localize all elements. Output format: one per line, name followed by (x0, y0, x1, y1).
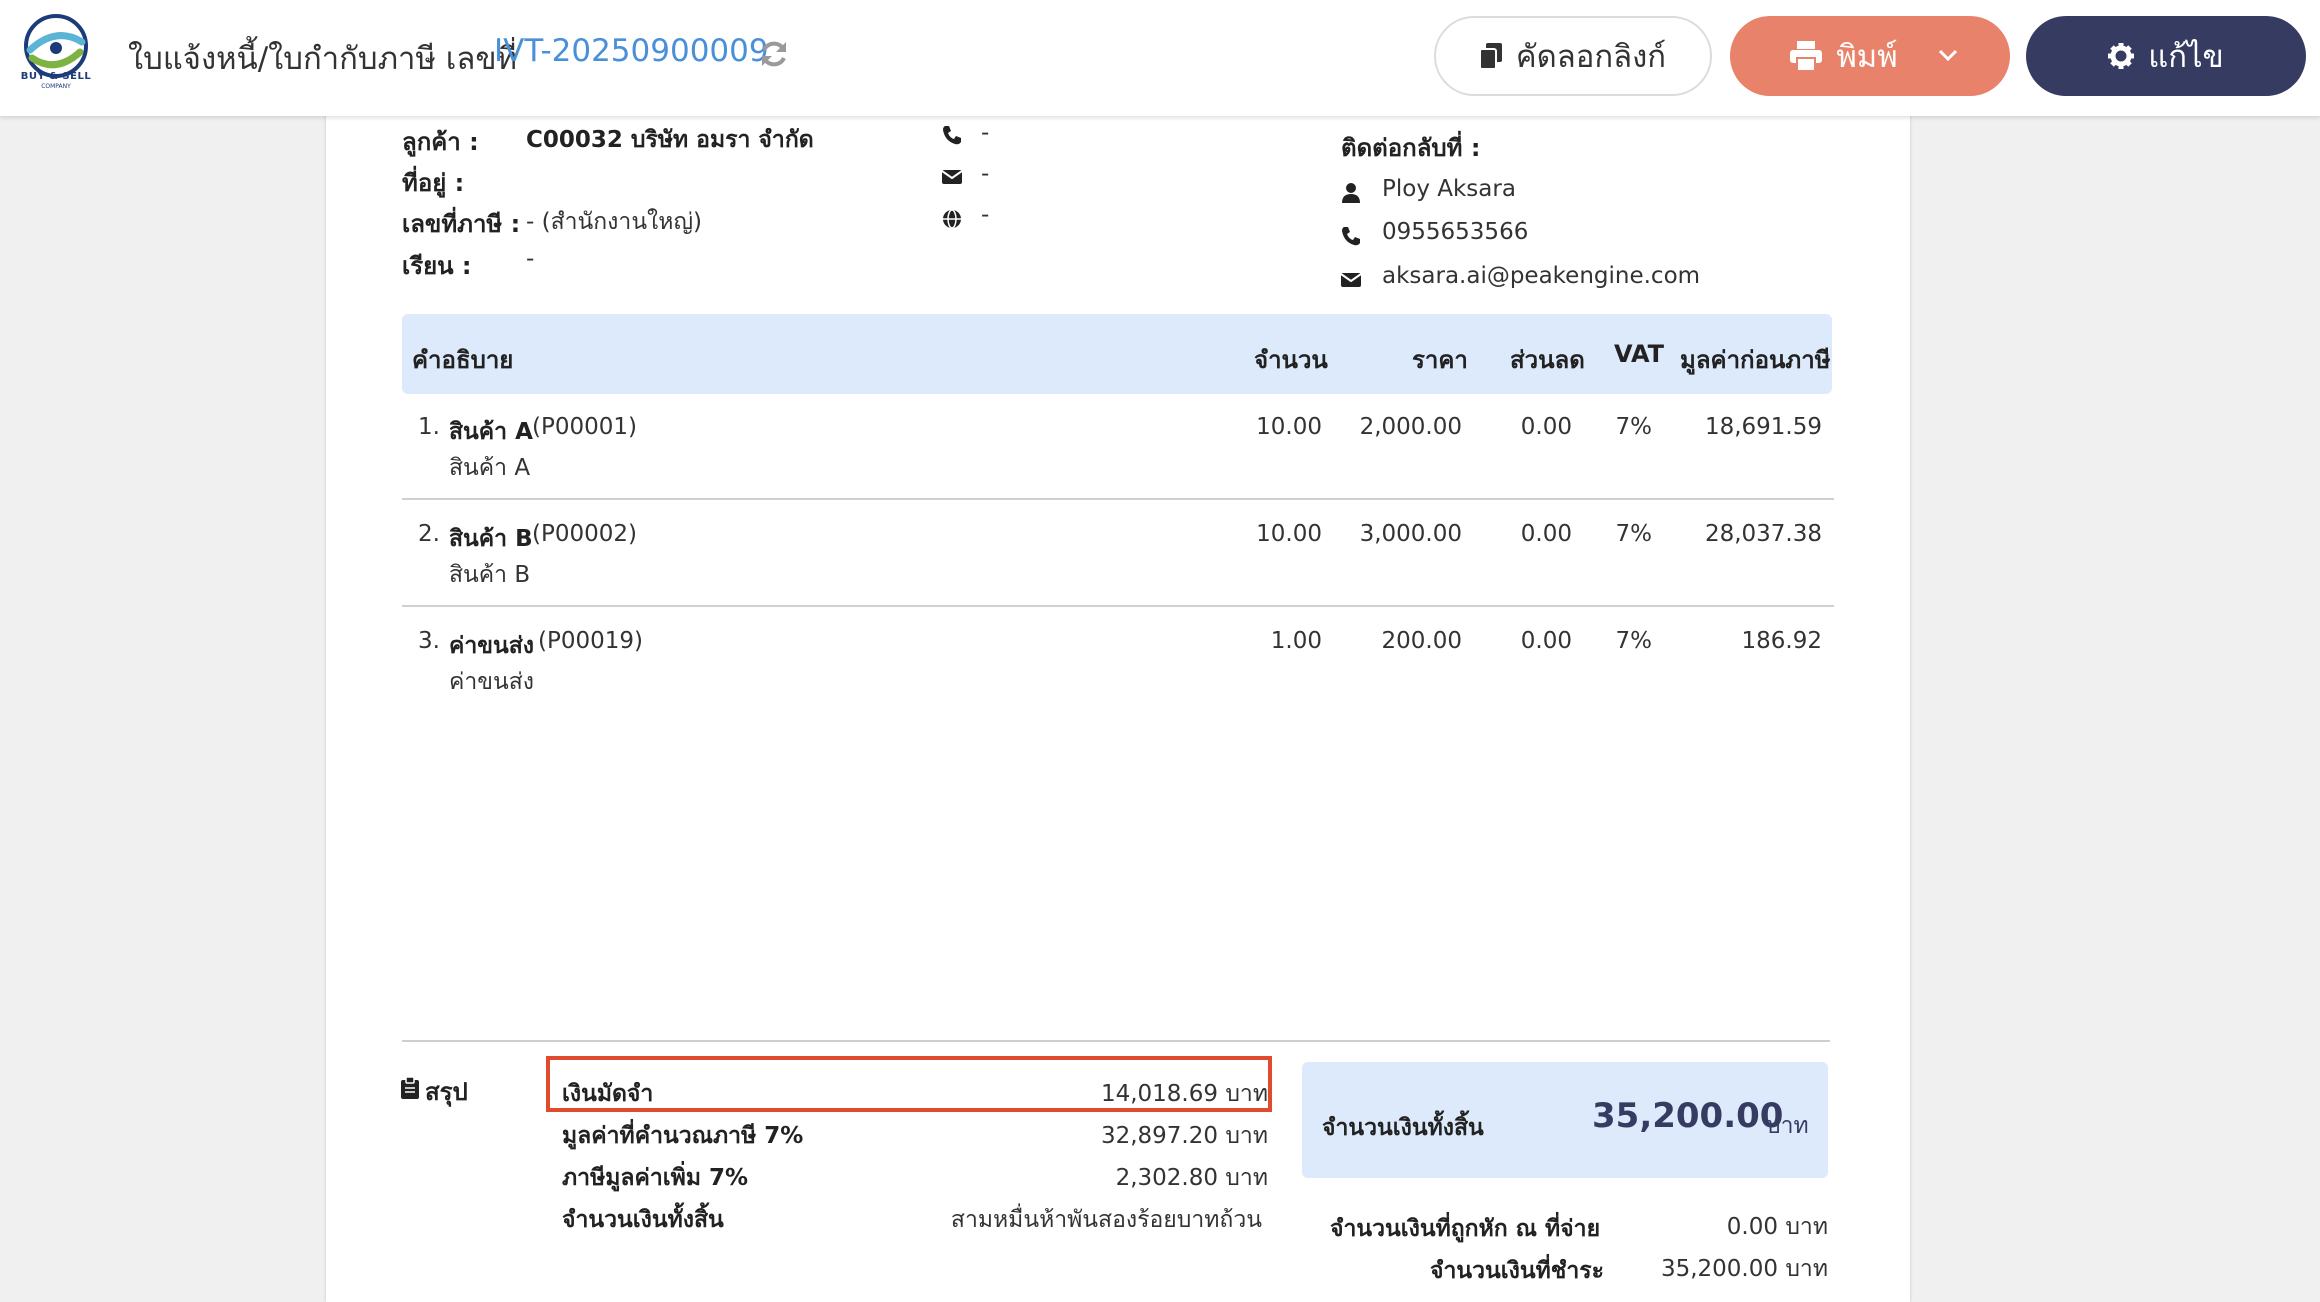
top-header: BUY & SELL COMPANY ใบแจ้งหนี้/ใบกำกับภาษ… (0, 0, 2320, 116)
item-price: 3,000.00 (1359, 521, 1462, 547)
item-discount: 0.00 (1520, 628, 1572, 654)
customer-value: C00032 บริษัท อมรา จำกัด (526, 127, 814, 153)
envelope-icon (941, 170, 963, 184)
summary-divider (402, 1040, 1830, 1042)
item-price: 200.00 (1381, 628, 1462, 654)
item-detail: สินค้า A (449, 455, 531, 481)
item-vat: 7% (1615, 521, 1653, 547)
contact-label: ติดต่อกลับที่ : (1341, 134, 1481, 162)
grand-total-label: จำนวนเงินทั้งสิ้น (1322, 1115, 1484, 1141)
item-name: สินค้า A (449, 419, 533, 445)
copy-link-label: คัดลอกลิงก์ (1515, 39, 1667, 75)
header-description: คำอธิบาย (412, 346, 514, 374)
logo-subtext: COMPANY (41, 83, 71, 90)
grand-total-amount: 35,200.00 (1592, 1096, 1784, 1136)
globe-icon (943, 209, 961, 229)
grand-total-box: จำนวนเงินทั้งสิ้น 35,200.00 บาท (1302, 1062, 1828, 1178)
taxable-value: 32,897.20 บาท (1100, 1123, 1268, 1149)
customer-email-value: - (981, 161, 990, 187)
item-vat: 7% (1615, 414, 1653, 440)
tax-id-value: - (สำนักงานใหญ่) (526, 209, 703, 235)
payable-value: 35,200.00 บาท (1660, 1256, 1828, 1282)
row-number: 2. (418, 521, 440, 547)
header-pre-tax-value: มูลค่าก่อนภาษี (1680, 346, 1831, 374)
item-amount: 28,037.38 (1704, 521, 1822, 547)
chevron-down-icon[interactable] (1936, 43, 1960, 67)
customer-website-value: - (981, 202, 990, 228)
item-amount: 186.92 (1741, 628, 1822, 654)
summary-title: สรุป (425, 1078, 468, 1106)
address-label: ที่อยู่ : (402, 169, 465, 197)
header-vat: VAT (1614, 340, 1665, 368)
item-code: (P00019) (538, 628, 643, 654)
phone-icon (1342, 227, 1360, 246)
payable-label: จำนวนเงินที่ชำระ (1430, 1258, 1604, 1284)
item-price: 2,000.00 (1359, 414, 1462, 440)
contact-phone: 0955653566 (1382, 219, 1529, 245)
item-quantity: 10.00 (1256, 414, 1322, 440)
tax-id-label: เลขที่ภาษี : (402, 210, 521, 238)
withholding-label: จำนวนเงินที่ถูกหัก ณ ที่จ่าย (1330, 1216, 1601, 1242)
print-button[interactable]: พิมพ์ (1730, 16, 2010, 96)
envelope-icon (1340, 273, 1362, 287)
gear-icon (2108, 43, 2135, 69)
vat-label: ภาษีมูลค่าเพิ่ม 7% (562, 1165, 749, 1191)
header-price: ราคา (1412, 346, 1468, 374)
document-number-link[interactable]: IVT-20250900009 (494, 33, 769, 69)
item-quantity: 10.00 (1256, 521, 1322, 547)
customer-phone-value: - (981, 120, 990, 146)
deposit-value: 14,018.69 บาท (1100, 1081, 1268, 1107)
total-text-label: จำนวนเงินทั้งสิ้น (562, 1207, 724, 1233)
user-icon (1342, 183, 1360, 203)
edit-label: แก้ไข (2148, 39, 2224, 75)
item-name: สินค้า B (449, 526, 533, 552)
edit-button[interactable]: แก้ไข (2026, 16, 2306, 96)
refresh-icon[interactable] (758, 38, 790, 70)
withholding-value: 0.00 บาท (1726, 1214, 1828, 1240)
logo-text: BUY & SELL (20, 71, 92, 82)
grand-total-unit: บาท (1766, 1113, 1809, 1139)
taxable-label: มูลค่าที่คำนวณภาษี 7% (562, 1123, 804, 1149)
item-quantity: 1.00 (1270, 628, 1322, 654)
item-detail: สินค้า B (449, 562, 531, 588)
item-code: (P00001) (532, 414, 637, 440)
print-label: พิมพ์ (1836, 39, 1898, 75)
row-number: 1. (418, 414, 440, 440)
contact-email[interactable]: aksara.ai@peakengine.com (1382, 263, 1700, 289)
total-text-value: สามหมื่นห้าพันสองร้อยบาทถ้วน (950, 1207, 1262, 1233)
item-discount: 0.00 (1520, 521, 1572, 547)
row-number: 3. (418, 628, 440, 654)
item-discount: 0.00 (1520, 414, 1572, 440)
phone-icon (943, 126, 961, 145)
clipboard-icon (401, 1077, 419, 1099)
deposit-label: เงินมัดจำ (562, 1081, 654, 1107)
attn-label: เรียน : (402, 252, 472, 280)
row-divider (402, 498, 1834, 500)
row-divider (402, 605, 1834, 607)
vat-value: 2,302.80 บาท (1115, 1165, 1268, 1191)
printer-icon (1790, 41, 1823, 71)
item-code: (P00002) (532, 521, 637, 547)
copy-icon (1479, 43, 1502, 69)
table-header: คำอธิบาย จำนวน ราคา ส่วนลด VAT มูลค่าก่อ… (402, 314, 1832, 394)
item-detail: ค่าขนส่ง (449, 669, 535, 695)
item-vat: 7% (1615, 628, 1653, 654)
item-name: ค่าขนส่ง (449, 633, 535, 659)
copy-link-button[interactable]: คัดลอกลิงก์ (1434, 16, 1712, 96)
contact-name: Ploy Aksara (1382, 176, 1516, 202)
attn-value: - (526, 246, 535, 272)
header-discount: ส่วนลด (1510, 346, 1585, 374)
header-quantity: จำนวน (1254, 346, 1328, 374)
customer-label: ลูกค้า : (402, 128, 479, 156)
item-amount: 18,691.59 (1704, 414, 1822, 440)
document-title: ใบแจ้งหนี้/ใบกำกับภาษี เลขที่ (128, 41, 517, 77)
